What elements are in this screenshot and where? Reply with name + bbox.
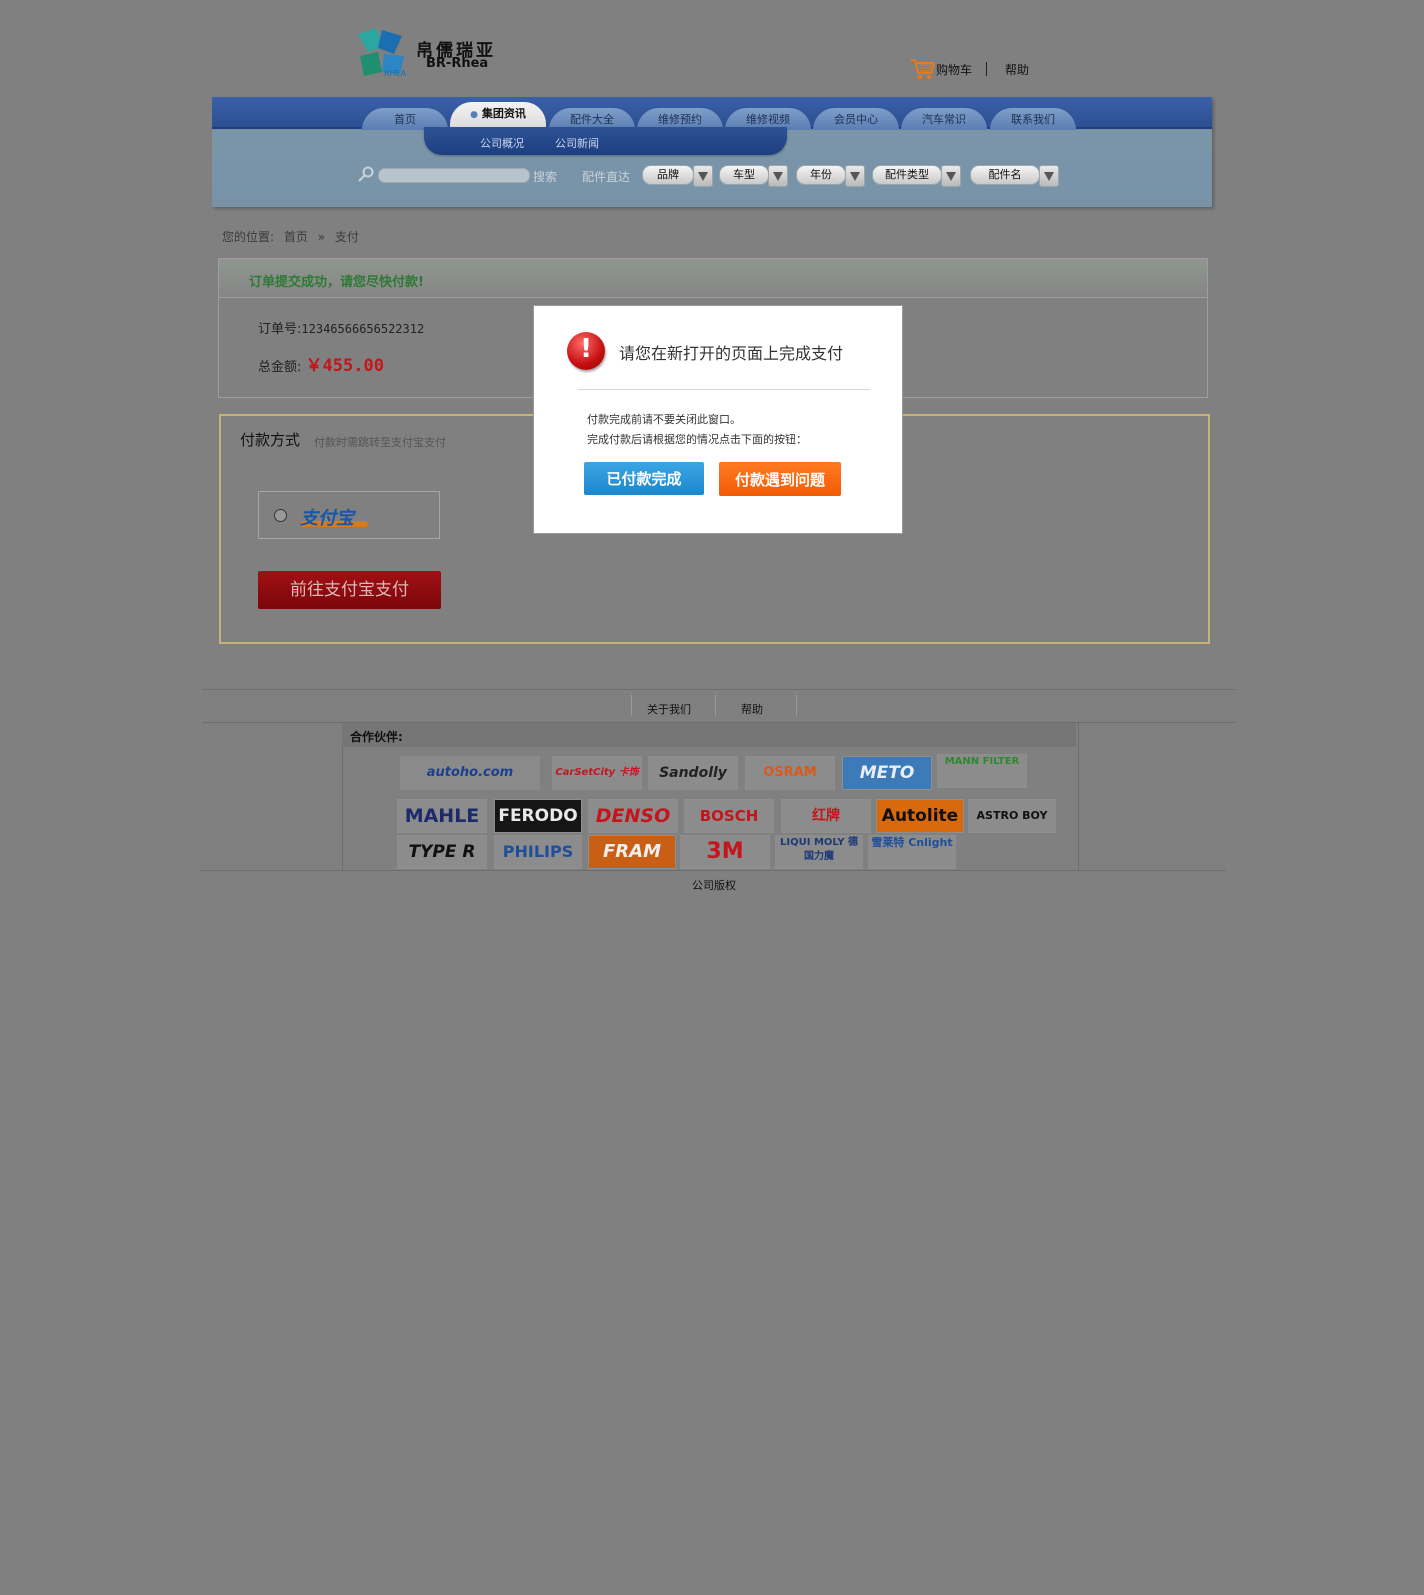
breadcrumb: 您的位置: 首页 » 支付 [222,228,365,245]
tab-contact-us[interactable]: 联系我们 [990,108,1076,130]
part-type-select[interactable]: 配件类型 [872,165,942,185]
part-type-dropdown-arrow-icon[interactable] [941,165,961,187]
alipay-radio[interactable] [274,509,287,522]
partner-logo[interactable]: TYPE R [397,835,487,869]
site-logo[interactable]: RHEA 帛儒瑞亚 BR-Rhea [354,26,504,78]
brand-dropdown-arrow-icon[interactable] [693,165,713,187]
brand-select[interactable]: 品牌 [642,165,694,185]
logo-mark-icon: RHEA [358,28,407,78]
order-number-label: 订单号: [258,322,302,337]
active-tab-dot: ● [470,110,478,120]
order-amount: 总金额: ￥455.00 [258,351,384,376]
breadcrumb-current: 支付 [334,230,359,244]
modal-instruction-2: 完成付款后请根据您的情况点击下面的按钮： [587,433,807,446]
tab-car-knowledge[interactable]: 汽车常识 [901,108,987,130]
payment-done-button[interactable]: 已付款完成 [584,462,704,495]
order-number: 订单号:12346566656522312 [258,318,424,337]
top-links: 购物车 帮助 [910,58,1029,80]
order-number-value: 12346566656522312 [301,322,425,336]
partner-logo[interactable]: FRAM [588,835,676,869]
year-dropdown-arrow-icon[interactable] [845,165,865,187]
search-input[interactable] [378,168,530,183]
svg-text:RHEA: RHEA [384,69,407,78]
modal-title: 请您在新打开的页面上完成支付 [619,344,844,363]
part-name-select[interactable]: 配件名 [970,165,1040,185]
search-button[interactable]: 搜索 [533,168,557,185]
payment-method-subtitle: 付款时需跳转至支付宝支付 [314,436,446,449]
partner-logo[interactable]: 3M [680,835,770,869]
partners-header: 合作伙伴: [342,723,1076,747]
order-success-header: 订单提交成功，请您尽快付款! [219,259,1207,298]
help-link[interactable]: 帮助 [1005,61,1029,78]
warning-icon: ! [567,332,605,370]
shopping-cart-icon [911,59,936,79]
order-amount-value: ￥455.00 [305,356,384,376]
logo-en-text: BR-Rhea [426,56,489,71]
footer-divider-top [202,689,1236,690]
partner-logo[interactable]: PHILIPS [494,835,582,869]
cart-link[interactable]: 购物车 [910,57,972,81]
breadcrumb-separator: » [317,230,326,244]
cart-label: 购物车 [936,62,973,77]
partner-logo[interactable]: MAHLE [397,799,487,833]
footer-links: 关于我们 帮助 [627,695,797,718]
partner-logo[interactable]: 红牌 [781,799,871,833]
alipay-logo: 支付宝 [300,508,354,529]
partner-logo[interactable]: BOSCH [684,799,774,833]
modal-instruction-1: 付款完成前请不要关闭此窗口。 [587,413,741,426]
parts-direct-label: 配件直达 [582,170,631,184]
footer-help[interactable]: 帮助 [741,701,763,717]
order-amount-label: 总金额: [258,360,302,375]
breadcrumb-home[interactable]: 首页 [284,230,308,244]
tab-group-news-label: 集团资讯 [481,107,526,120]
footer-about-us[interactable]: 关于我们 [647,701,691,717]
partner-logo[interactable]: autoho.com [400,756,540,790]
toplinks-divider [986,62,988,76]
go-to-alipay-button[interactable]: 前往支付宝支付 [258,571,441,609]
part-name-dropdown-arrow-icon[interactable] [1039,165,1059,187]
search-icon[interactable] [358,166,374,182]
partner-logo[interactable]: MANN FILTER [937,754,1027,788]
partner-logo[interactable]: CarSetCity 卡饰社 [552,756,642,790]
partner-logo[interactable]: OSRAM [745,756,835,790]
order-success-message: 订单提交成功，请您尽快付款! [249,275,424,290]
tab-member-center[interactable]: 会员中心 [813,108,899,130]
model-select[interactable]: 车型 [719,165,769,185]
partners-label: 合作伙伴: [350,730,403,744]
payment-method-title: 付款方式 [240,431,301,449]
partner-logo[interactable]: METO [842,756,932,790]
modal-divider [578,389,870,390]
copyright: 公司版权 [692,879,736,892]
year-select[interactable]: 年份 [796,165,846,185]
partner-logo[interactable]: Sandolly [648,756,738,790]
partner-logo[interactable]: LIQUI MOLY 德国力魔 [775,835,863,869]
payment-problem-button[interactable]: 付款遇到问题 [719,462,841,496]
subnav: 公司概况 公司新闻 [424,127,787,155]
tab-group-news[interactable]: ● 集团资讯 [450,102,546,130]
subnav-company-overview[interactable]: 公司概况 [480,135,524,151]
partner-logo[interactable]: Autolite [876,799,964,833]
partner-logo[interactable]: ASTRO BOY [968,799,1056,833]
partner-logo[interactable]: 雪莱特 Cnlight [868,835,956,869]
subnav-company-news[interactable]: 公司新闻 [555,135,599,151]
partner-logo[interactable]: FERODO [494,799,582,833]
model-dropdown-arrow-icon[interactable] [768,165,788,187]
breadcrumb-prefix: 您的位置: [222,230,275,244]
footer-divider-bottom [200,870,1226,871]
partner-logo[interactable]: DENSO [588,799,678,833]
